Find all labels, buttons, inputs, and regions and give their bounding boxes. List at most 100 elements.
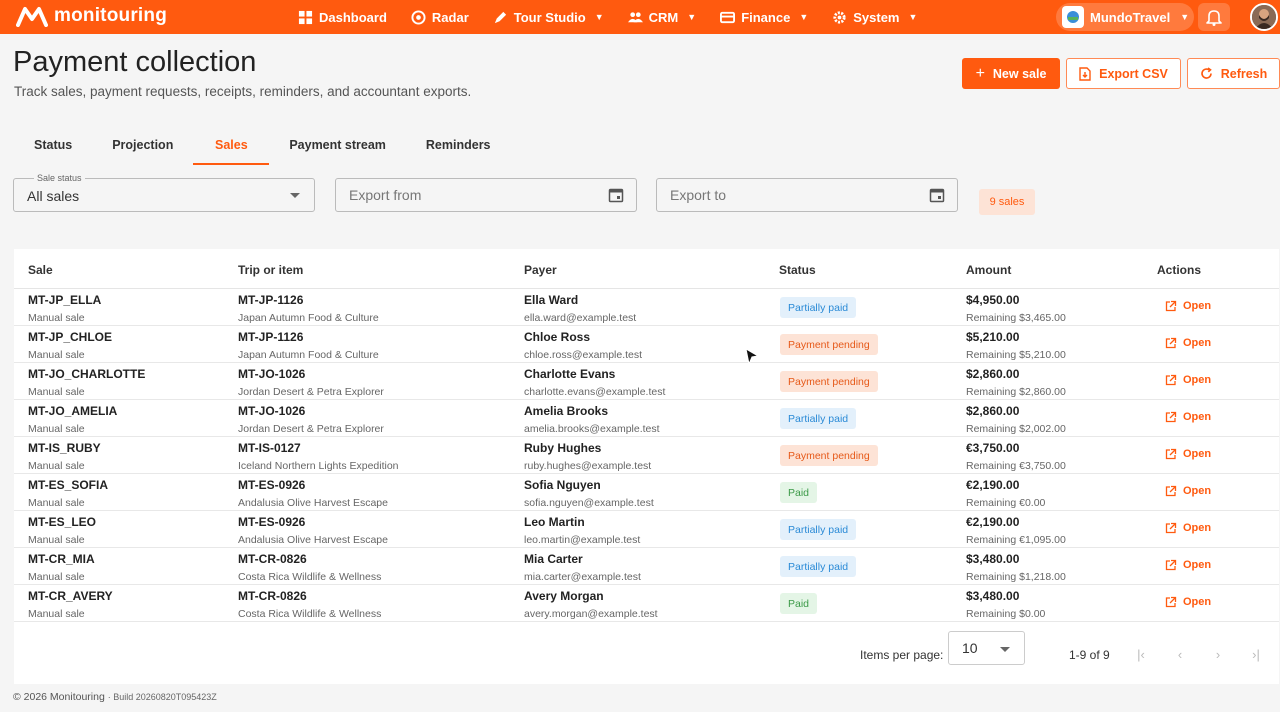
trip-code: MT-ES-0926 (238, 478, 306, 492)
status-badge: Partially paid (780, 519, 857, 540)
payer-email: avery.morgan@example.test (524, 608, 658, 620)
prev-page-button[interactable]: ‹ (1171, 645, 1189, 663)
open-sale-button[interactable]: Open (1165, 485, 1211, 497)
plus-icon: + (975, 64, 985, 82)
amount-total: $4,950.00 (966, 293, 1020, 307)
tab-sales[interactable]: Sales (193, 128, 270, 165)
new-sale-label: New sale (992, 66, 1047, 81)
tab-payment-stream[interactable]: Payment stream (269, 128, 406, 165)
open-label: Open (1183, 411, 1212, 423)
open-sale-button[interactable]: Open (1165, 559, 1211, 571)
org-switcher[interactable]: MundoTravel ▼ (1056, 3, 1194, 31)
payer-name: Leo Martin (524, 515, 585, 529)
trip-code: MT-JP-1126 (238, 330, 304, 344)
trip-code: MT-JO-1026 (238, 404, 306, 418)
open-label: Open (1183, 374, 1212, 386)
sale-type: Manual sale (28, 423, 85, 435)
trip-name: Costa Rica Wildlife & Wellness (238, 608, 382, 620)
avatar[interactable] (1250, 3, 1278, 31)
open-external-icon (1165, 559, 1177, 571)
open-sale-button[interactable]: Open (1165, 596, 1211, 608)
nav-tour-studio[interactable]: Tour Studio ▼ (493, 10, 604, 25)
tab-status[interactable]: Status (14, 128, 92, 165)
export-csv-label: Export CSV (1099, 66, 1168, 81)
amount-remaining: Remaining €0.00 (966, 497, 1046, 509)
sales-table-card: Sale Trip or item Payer Status Amount Ac… (14, 249, 1279, 684)
refresh-icon (1200, 67, 1212, 79)
last-page-icon: ›| (1252, 646, 1260, 662)
export-from-input[interactable] (337, 180, 587, 210)
amount-total: $3,480.00 (966, 552, 1020, 566)
col-amount-header: Amount (966, 263, 1012, 277)
nav-finance-label: Finance (741, 9, 791, 25)
trip-name: Andalusia Olive Harvest Escape (238, 534, 388, 546)
trip-code: MT-JP-1126 (238, 293, 304, 307)
trip-code: MT-CR-0826 (238, 589, 307, 603)
trip-name: Andalusia Olive Harvest Escape (238, 497, 388, 509)
dropdown-arrow-icon (1000, 647, 1010, 652)
file-download-icon (1079, 66, 1091, 81)
payer-name: Sofia Nguyen (524, 478, 601, 492)
open-external-icon (1165, 448, 1177, 460)
sale-type: Manual sale (28, 386, 85, 398)
nav-dashboard[interactable]: Dashboard (298, 10, 387, 25)
amount-remaining: Remaining $5,210.00 (966, 349, 1066, 361)
payer-name: Mia Carter (524, 552, 583, 566)
amount-remaining: Remaining €3,750.00 (966, 460, 1066, 472)
amount-total: €2,190.00 (966, 515, 1020, 529)
tab-reminders[interactable]: Reminders (406, 128, 511, 165)
open-sale-button[interactable]: Open (1165, 411, 1211, 423)
calendar-icon[interactable] (608, 187, 624, 203)
open-sale-button[interactable]: Open (1165, 522, 1211, 534)
payer-email: chloe.ross@example.test (524, 349, 643, 361)
new-sale-button[interactable]: + New sale (962, 58, 1060, 89)
table-row: MT-CR_MIA Manual sale MT-CR-0826 Costa Rica… (14, 548, 1279, 585)
open-label: Open (1183, 337, 1212, 349)
nav-crm[interactable]: CRM ▼ (627, 10, 696, 25)
trip-name: Jordan Desert & Petra Explorer (238, 423, 384, 435)
items-per-page-select[interactable]: 10 (948, 631, 1025, 665)
export-to-input[interactable] (658, 180, 908, 210)
sale-type: Manual sale (28, 608, 85, 620)
chevron-down-icon: ▼ (594, 12, 604, 22)
notifications-button[interactable] (1198, 3, 1230, 31)
calendar-icon[interactable] (929, 187, 945, 203)
refresh-button[interactable]: Refresh (1187, 58, 1280, 89)
radar-icon (411, 9, 426, 25)
app-logo[interactable]: monitouring (16, 5, 167, 27)
payer-email: ruby.hughes@example.test (524, 460, 652, 472)
trip-code: MT-CR-0826 (238, 552, 307, 566)
sales-count-badge: 9 sales (979, 189, 1035, 215)
payer-email: charlotte.evans@example.test (524, 386, 666, 398)
export-csv-button[interactable]: Export CSV (1066, 58, 1181, 89)
open-label: Open (1183, 485, 1212, 497)
sale-id: MT-ES_LEO (28, 515, 97, 529)
sale-status-select[interactable]: Sale status All sales (13, 173, 315, 212)
open-sale-button[interactable]: Open (1165, 448, 1211, 460)
nav-system-label: System (853, 9, 900, 25)
status-badge: Paid (780, 482, 818, 503)
nav-radar[interactable]: Radar (411, 10, 469, 25)
nav-finance[interactable]: Finance ▼ (720, 10, 808, 25)
payer-email: amelia.brooks@example.test (524, 423, 660, 435)
sale-id: MT-IS_RUBY (28, 441, 101, 455)
col-payer-header: Payer (524, 263, 557, 277)
open-sale-button[interactable]: Open (1165, 374, 1211, 386)
open-sale-button[interactable]: Open (1165, 300, 1211, 312)
amount-remaining: Remaining $1,218.00 (966, 571, 1066, 583)
payer-name: Ella Ward (524, 293, 579, 307)
nav-system[interactable]: System ▼ (832, 10, 917, 25)
first-page-button[interactable]: |‹ (1132, 645, 1150, 663)
col-actions-header: Actions (1157, 263, 1202, 277)
sale-id: MT-CR_AVERY (28, 589, 113, 603)
trip-name: Jordan Desert & Petra Explorer (238, 386, 384, 398)
sale-id: MT-JO_CHARLOTTE (28, 367, 146, 381)
open-sale-button[interactable]: Open (1165, 337, 1211, 349)
logo-mark-icon (16, 7, 48, 27)
next-page-button[interactable]: › (1209, 645, 1227, 663)
table-header: Sale Trip or item Payer Status Amount Ac… (14, 249, 1279, 289)
last-page-button[interactable]: ›| (1247, 645, 1265, 663)
amount-remaining: Remaining $3,465.00 (966, 312, 1066, 324)
tab-projection[interactable]: Projection (92, 128, 193, 165)
status-badge: Payment pending (780, 334, 878, 355)
